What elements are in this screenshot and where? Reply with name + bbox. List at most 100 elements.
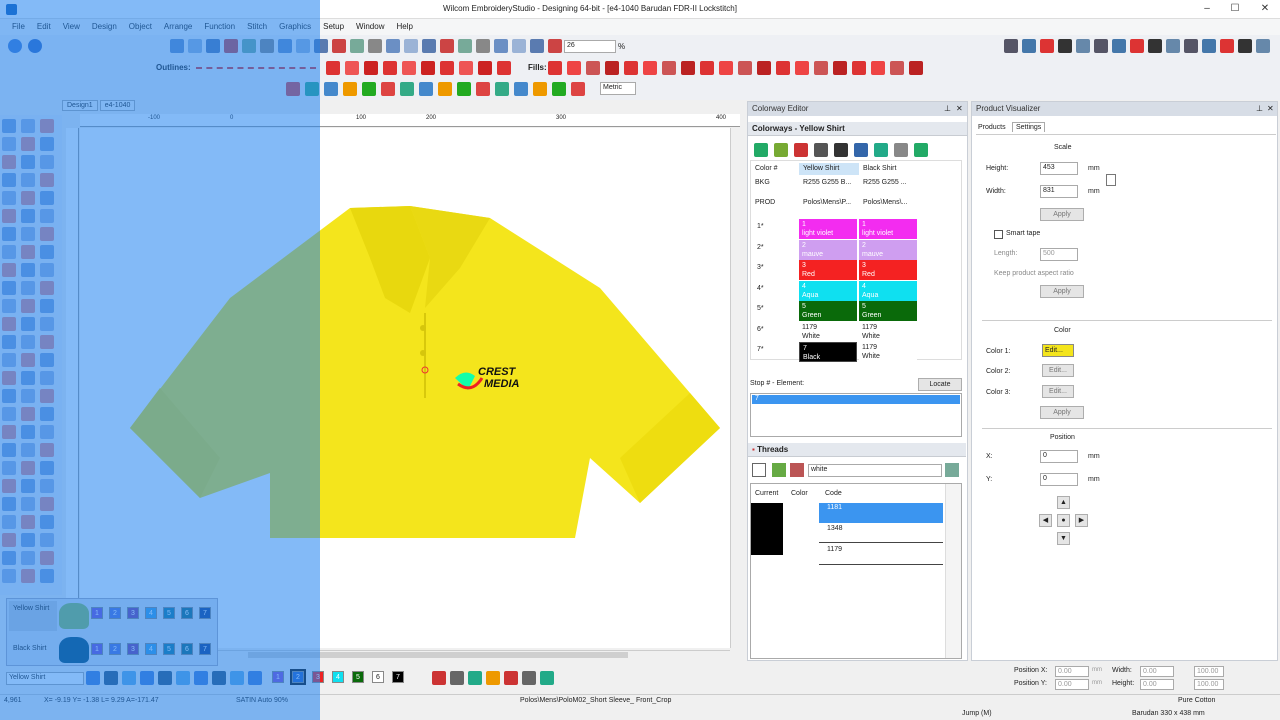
toolbar-tool-icon[interactable] [440, 39, 454, 53]
color-swatch-cell[interactable]: 1 light violet [799, 219, 857, 239]
toolbox-tool-icon[interactable] [2, 335, 16, 349]
toolbar-tool-icon[interactable] [874, 143, 888, 157]
thread-grid-icon[interactable] [945, 463, 959, 477]
toolbar-tool-icon[interactable] [350, 39, 364, 53]
canvas-vertical-scrollbar[interactable] [730, 128, 740, 648]
toolbox-tool-icon[interactable] [40, 425, 54, 439]
toolbar-tool-icon[interactable] [605, 61, 619, 75]
thread-list-icon[interactable] [752, 463, 766, 477]
toolbox-tool-icon[interactable] [21, 533, 35, 547]
toolbar-tool-icon[interactable] [530, 39, 544, 53]
toolbar-tool-icon[interactable] [1004, 39, 1018, 53]
toolbox-tool-icon[interactable] [2, 353, 16, 367]
tab-design1[interactable]: Design1 [62, 100, 98, 111]
color3-edit-button[interactable]: Edit... [1042, 385, 1074, 398]
toolbar-tool-icon[interactable] [422, 39, 436, 53]
toolbox-tool-icon[interactable] [21, 569, 35, 583]
toolbar-tool-icon[interactable] [305, 82, 319, 96]
toolbar-tool-icon[interactable] [458, 39, 472, 53]
toolbar-tool-icon[interactable] [1238, 39, 1252, 53]
toolbar-tool-icon[interactable] [890, 61, 904, 75]
outline-running-icon[interactable] [196, 67, 316, 69]
palette-color-slot[interactable]: 6 [372, 671, 384, 683]
toolbox-tool-icon[interactable] [2, 173, 16, 187]
toolbox-tool-icon[interactable] [21, 551, 35, 565]
toolbox-tool-icon[interactable] [2, 191, 16, 205]
toolbox-tool-icon[interactable] [40, 317, 54, 331]
toolbox-tool-icon[interactable] [40, 263, 54, 277]
menu-file[interactable]: File [6, 19, 31, 34]
toolbar-tool-icon[interactable] [1202, 39, 1216, 53]
toolbox-tool-icon[interactable] [40, 479, 54, 493]
toolbox-tool-icon[interactable] [2, 245, 16, 259]
toolbar-tool-icon[interactable] [854, 143, 868, 157]
toolbar-tool-icon[interactable] [776, 61, 790, 75]
colorway-black-shirt[interactable]: Black Shirt [9, 635, 57, 665]
palette-color-slot[interactable]: 5 [352, 671, 364, 683]
colorway-color-slot[interactable]: 6 [181, 643, 193, 655]
toolbar-tool-icon[interactable] [478, 61, 492, 75]
toolbar-tool-icon[interactable] [324, 82, 338, 96]
toolbox-tool-icon[interactable] [40, 209, 54, 223]
toolbar-tool-icon[interactable] [662, 61, 676, 75]
toolbox-tool-icon[interactable] [21, 209, 35, 223]
move-right-button[interactable]: ▶ [1075, 514, 1088, 527]
menu-design[interactable]: Design [86, 19, 123, 34]
toolbar-tool-icon[interactable] [158, 671, 172, 685]
colorway-color-slot[interactable]: 4 [145, 607, 157, 619]
move-down-button[interactable]: ▼ [1057, 532, 1070, 545]
colorway-color-slot[interactable]: 5 [163, 643, 175, 655]
maximize-icon[interactable]: ☐ [1228, 2, 1242, 16]
toolbox-tool-icon[interactable] [21, 479, 35, 493]
thread-search-input[interactable]: white [808, 464, 942, 477]
toolbar-tool-icon[interactable] [278, 39, 292, 53]
toolbar-tool-icon[interactable] [909, 61, 923, 75]
toolbox-tool-icon[interactable] [2, 497, 16, 511]
toolbar-tool-icon[interactable] [364, 61, 378, 75]
toolbar-tool-icon[interactable] [457, 82, 471, 96]
toolbox-tool-icon[interactable] [40, 353, 54, 367]
toolbox-tool-icon[interactable] [2, 137, 16, 151]
toolbar-tool-icon[interactable] [497, 61, 511, 75]
toolbar-tool-icon[interactable] [248, 671, 262, 685]
color1-edit-button[interactable]: Edit... [1042, 344, 1074, 357]
toolbar-tool-icon[interactable] [419, 82, 433, 96]
toolbar-tool-icon[interactable] [512, 39, 526, 53]
toolbar-tool-icon[interactable] [170, 39, 184, 53]
color-swatch-cell[interactable]: 1 light violet [859, 219, 917, 239]
toolbar-tool-icon[interactable] [386, 39, 400, 53]
toolbar-tool-icon[interactable] [188, 39, 202, 53]
toolbar-tool-icon[interactable] [533, 82, 547, 96]
menu-setup[interactable]: Setup [317, 19, 350, 34]
toolbox-tool-icon[interactable] [2, 119, 16, 133]
color-swatch-cell[interactable]: 1179 White [859, 321, 917, 342]
toolbox-tool-icon[interactable] [2, 569, 16, 583]
color-swatch-cell[interactable]: 3 Red [799, 260, 857, 280]
palette-color-slot[interactable]: 1 [272, 671, 284, 683]
toolbox-tool-icon[interactable] [2, 227, 16, 241]
design-canvas[interactable]: CREST MEDIA [80, 128, 740, 648]
toolbox-tool-icon[interactable] [21, 443, 35, 457]
toolbox-tool-icon[interactable] [40, 533, 54, 547]
toolbar-tool-icon[interactable] [381, 82, 395, 96]
toolbar-tool-icon[interactable] [852, 61, 866, 75]
height-input[interactable]: 0.00 [1140, 679, 1174, 690]
toolbox-tool-icon[interactable] [2, 407, 16, 421]
close-icon[interactable]: ✕ [1258, 2, 1272, 16]
toolbar-tool-icon[interactable] [402, 61, 416, 75]
toolbar-tool-icon[interactable] [1130, 39, 1144, 53]
toolbar-tool-icon[interactable] [1112, 39, 1126, 53]
toolbox-tool-icon[interactable] [40, 371, 54, 385]
menu-window[interactable]: Window [350, 19, 390, 34]
toolbox-tool-icon[interactable] [21, 515, 35, 529]
colorway-color-slot[interactable]: 6 [181, 607, 193, 619]
toolbar-tool-icon[interactable] [522, 671, 536, 685]
toolbox-tool-icon[interactable] [21, 281, 35, 295]
toolbox-tool-icon[interactable] [21, 137, 35, 151]
tab-e4-1040[interactable]: e4-1040 [99, 100, 136, 111]
toolbox-tool-icon[interactable] [21, 461, 35, 475]
menu-view[interactable]: View [57, 19, 86, 34]
toolbox-tool-icon[interactable] [40, 461, 54, 475]
toolbox-tool-icon[interactable] [40, 191, 54, 205]
bkg-value-black[interactable]: R255 G255 ... [863, 179, 907, 187]
